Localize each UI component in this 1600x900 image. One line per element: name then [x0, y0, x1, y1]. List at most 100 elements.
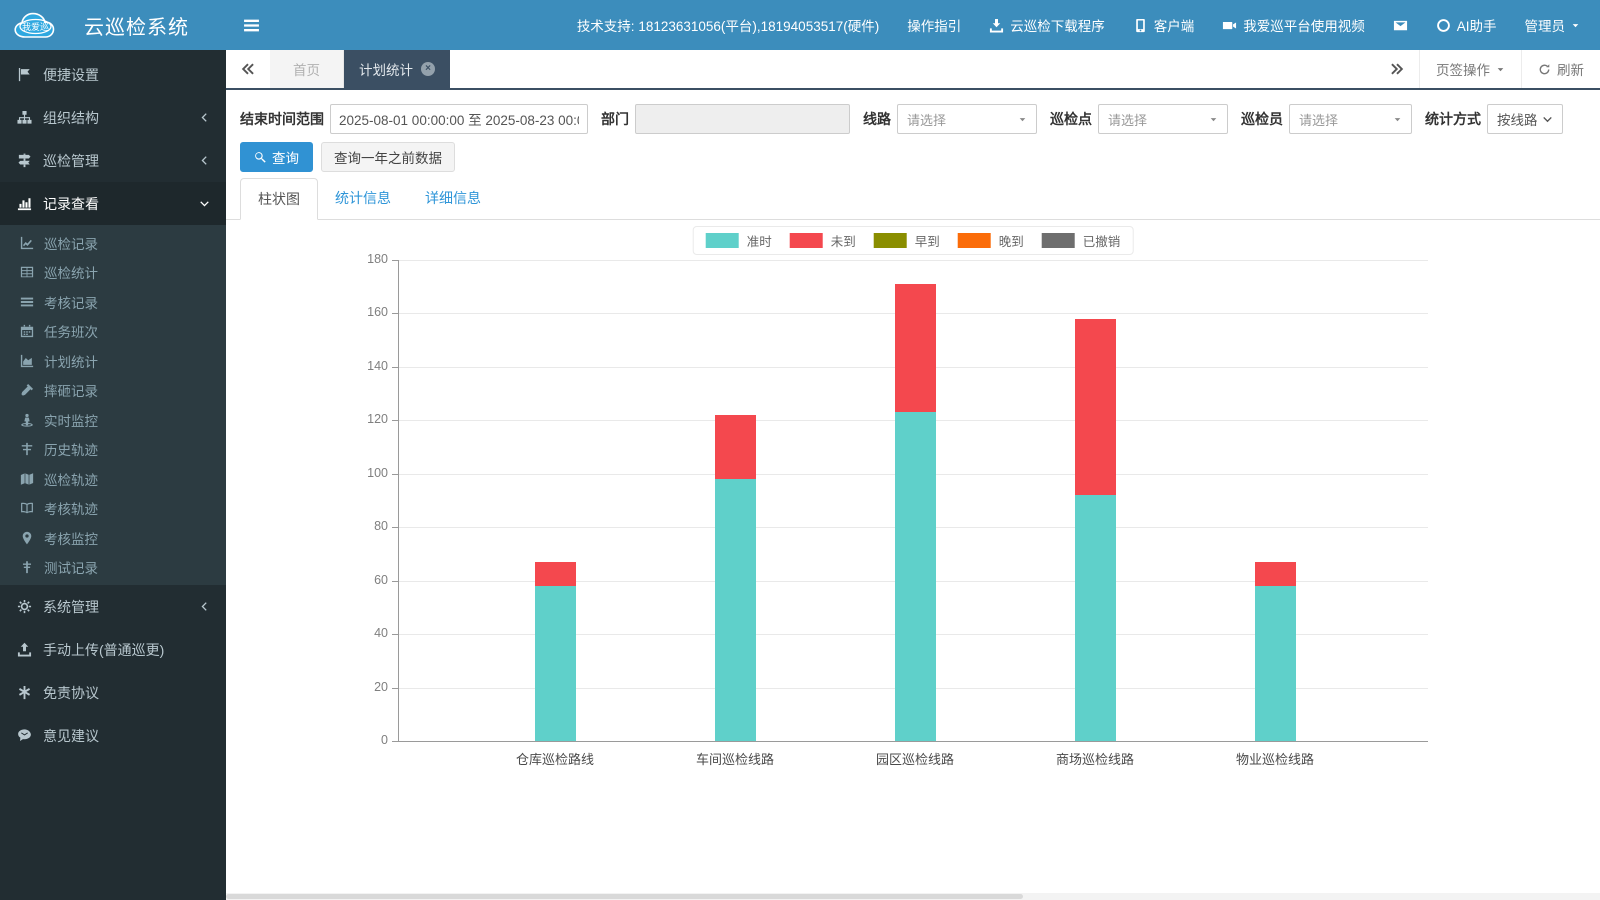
topbar-link-admin[interactable]: 管理员: [1525, 15, 1581, 35]
hamburger-icon: [243, 19, 259, 31]
sidebar-toggle-button[interactable]: [226, 0, 276, 50]
legend-item-0[interactable]: 准时: [705, 231, 772, 250]
sidebar-item-system-mgmt[interactable]: 系统管理: [0, 585, 226, 628]
topbar-link-label: 客户端: [1153, 19, 1195, 34]
view-tab-stats-info[interactable]: 统计信息: [318, 178, 408, 219]
calendar-icon: [19, 324, 35, 338]
topbar-link-label: 操作指引: [907, 19, 962, 34]
caret-down-icon: [1018, 115, 1027, 124]
upload-icon: [16, 642, 33, 657]
sidebar-item-disclaimer[interactable]: 免责协议: [0, 671, 226, 714]
sidebar-item-record-view[interactable]: 记录查看: [0, 182, 226, 225]
line-chart-icon: [19, 236, 35, 250]
y-axis-label: 160: [367, 305, 388, 320]
legend-item-2[interactable]: 早到: [873, 231, 940, 250]
search-icon: [255, 151, 266, 163]
mobile-icon: [1133, 18, 1148, 33]
department-input[interactable]: [635, 104, 850, 134]
sidebar-subitem-drop-records[interactable]: 摔砸记录: [0, 376, 226, 406]
sidebar-subitem-label: 实时监控: [44, 413, 98, 429]
topbar-link-video[interactable]: 我爱巡平台使用视频: [1222, 15, 1365, 35]
x-axis-label: 商场巡检线路: [1055, 752, 1134, 767]
sidebar-subitem-plan-stats[interactable]: 计划统计: [0, 346, 226, 376]
tab-plan-stats[interactable]: 计划统计 ×: [344, 50, 450, 88]
sidebar-item-manual-upload[interactable]: 手动上传(普通巡更): [0, 628, 226, 671]
asterisk-icon: [16, 685, 33, 700]
sidebar-subitem-assessment-records[interactable]: 考核记录: [0, 287, 226, 317]
close-tab-icon[interactable]: ×: [421, 62, 435, 76]
scroll-tabs-right-button[interactable]: [1375, 50, 1419, 88]
sidebar-subitem-label: 巡检轨迹: [44, 472, 98, 488]
topbar-link-ai[interactable]: AI助手: [1436, 15, 1497, 35]
sidebar: 我爱巡 云巡检系统 便捷设置 组织结构 巡检管理 记录查看 巡检记录 巡检统计考核记录任务…: [0, 0, 226, 900]
legend-item-4[interactable]: 已撤销: [1041, 231, 1120, 250]
topbar-link-guide[interactable]: 操作指引: [907, 15, 961, 35]
chevron-left-icon: [199, 112, 210, 123]
area-chart-icon: [19, 354, 35, 368]
sidebar-subitem-label: 考核记录: [44, 295, 98, 311]
search-button[interactable]: 查询: [240, 142, 313, 172]
app-logo[interactable]: 我爱巡 云巡检系统: [0, 0, 226, 50]
scroll-tabs-left-button[interactable]: [226, 50, 270, 88]
tab-label: 计划统计: [359, 63, 413, 78]
view-tab-bar-chart[interactable]: 柱状图: [240, 178, 318, 220]
route-icon: [16, 153, 33, 168]
query-history-button[interactable]: 查询一年之前数据: [321, 142, 455, 172]
sidebar-item-label: 系统管理: [43, 598, 99, 615]
map-icon: [19, 472, 35, 486]
sidebar-subitem-inspection-records[interactable]: 巡检记录: [0, 228, 226, 258]
time-range-input[interactable]: [330, 104, 588, 134]
topbar: 技术支持: 18123631056(平台),18194053517(硬件) 操作…: [226, 0, 1600, 50]
view-tab-detail-info[interactable]: 详细信息: [408, 178, 498, 219]
sidebar-item-quick-settings[interactable]: 便捷设置: [0, 53, 226, 96]
time-range-label: 结束时间范围: [240, 111, 324, 127]
caret-down-icon: [1209, 115, 1218, 124]
legend-label: 未到: [830, 235, 856, 249]
y-axis-label: 40: [374, 626, 388, 641]
topbar-link-mail[interactable]: [1393, 18, 1408, 33]
sidebar-subitem-realtime-monitor[interactable]: 实时监控: [0, 405, 226, 435]
sidebar-subitem-inspection-track[interactable]: 巡检轨迹: [0, 464, 226, 494]
legend-swatch: [705, 233, 739, 248]
scrollbar-thumb[interactable]: [226, 894, 1023, 899]
x-axis-label: 仓库巡检路线: [515, 752, 594, 767]
table-icon: [19, 265, 35, 279]
envelope-icon: [1393, 18, 1408, 33]
sidebar-subitem-inspection-stats[interactable]: 巡检统计: [0, 258, 226, 288]
y-axis-label: 0: [381, 733, 388, 747]
legend-item-1[interactable]: 未到: [789, 231, 856, 250]
line-label: 线路: [863, 111, 891, 127]
angle-double-left-icon: [241, 63, 254, 75]
sidebar-item-feedback[interactable]: 意见建议: [0, 714, 226, 757]
topbar-link-download[interactable]: 云巡检下载程序: [989, 15, 1105, 35]
refresh-button[interactable]: 刷新: [1521, 50, 1600, 88]
tabs-container: 首页 计划统计 ×: [270, 50, 450, 88]
street-view-icon: [19, 413, 35, 427]
sidebar-subitem-test-records[interactable]: 测试记录: [0, 553, 226, 583]
topbar-link-client[interactable]: 客户端: [1133, 15, 1195, 35]
point-select[interactable]: 请选择: [1098, 104, 1228, 134]
tab-home[interactable]: 首页: [270, 50, 344, 88]
sidebar-subitem-assessment-track[interactable]: 考核轨迹: [0, 494, 226, 524]
horizontal-scrollbar[interactable]: [226, 893, 1600, 900]
sidebar-subitem-assessment-monitor[interactable]: 考核监控: [0, 523, 226, 553]
stat-method-select[interactable]: 按线路: [1487, 104, 1563, 134]
sidebar-subitem-label: 任务班次: [44, 325, 98, 341]
tab-operations-button[interactable]: 页签操作: [1419, 50, 1521, 88]
logo-badge-text: 我爱巡: [22, 22, 49, 32]
legend-label: 准时: [746, 235, 772, 249]
stat-method-label: 统计方式: [1425, 111, 1481, 127]
sidebar-subitem-task-shifts[interactable]: 任务班次: [0, 317, 226, 347]
inspector-select[interactable]: 请选择: [1289, 104, 1412, 134]
chevron-left-icon: [199, 601, 210, 612]
chevron-left-icon: [199, 155, 210, 166]
cloud-logo-icon: 我爱巡: [14, 12, 55, 38]
legend-item-3[interactable]: 晚到: [957, 231, 1024, 250]
sidebar-item-org-structure[interactable]: 组织结构: [0, 96, 226, 139]
bar-segment-未到: [1074, 318, 1116, 496]
x-axis-line: [398, 741, 1428, 742]
inspector-select-value: 请选择: [1299, 112, 1339, 128]
sidebar-subitem-history-track[interactable]: 历史轨迹: [0, 435, 226, 465]
sidebar-item-inspection-mgmt[interactable]: 巡检管理: [0, 139, 226, 182]
line-select[interactable]: 请选择: [897, 104, 1037, 134]
